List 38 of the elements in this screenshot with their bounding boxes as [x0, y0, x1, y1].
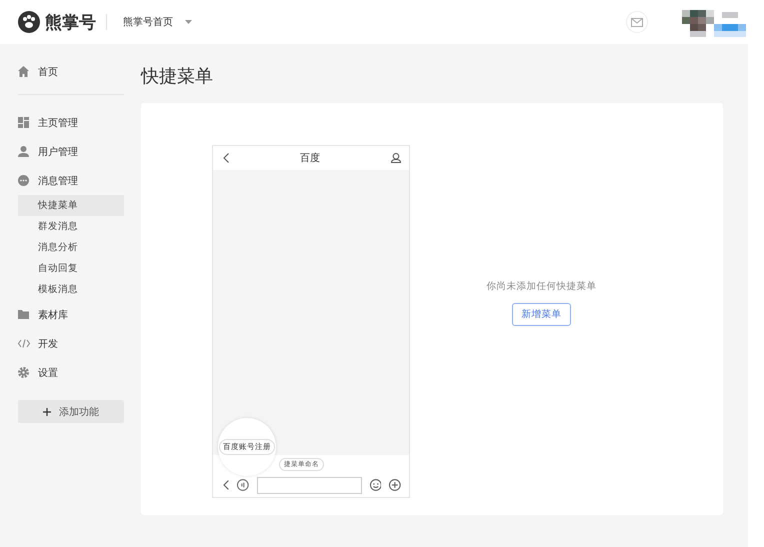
page-title: 快捷菜单 — [141, 65, 214, 88]
new-menu-button[interactable]: 新增菜单 — [512, 303, 571, 326]
sidebar-subitem[interactable]: 模板消息 — [18, 279, 124, 300]
logo-text: 熊掌号 — [45, 12, 96, 34]
code-icon — [18, 339, 30, 348]
message-input-field[interactable] — [256, 476, 362, 494]
back-icon — [223, 480, 229, 490]
sidebar-item[interactable]: 开发 — [18, 329, 124, 358]
add-feature-button[interactable]: 添加功能 — [18, 400, 124, 423]
sidebar-item[interactable]: 素材库 — [18, 300, 124, 329]
sidebar-subitem[interactable]: 自动回复 — [18, 258, 124, 279]
voice-icon — [236, 479, 249, 491]
user-icon — [391, 153, 401, 163]
emoji-icon — [370, 479, 382, 491]
user-icon — [18, 146, 29, 157]
sidebar-item[interactable]: 设置 — [18, 358, 124, 387]
chat-icon — [18, 175, 29, 186]
plus-icon — [43, 408, 51, 416]
empty-message: 你尚未添加任何快捷菜单 — [486, 280, 596, 293]
gear-icon — [18, 367, 29, 378]
home-icon — [18, 66, 29, 77]
sidebar-item[interactable]: 消息管理 — [18, 166, 124, 195]
sidebar-subitem[interactable]: 群发消息 — [18, 216, 124, 237]
plus-circle-icon — [389, 479, 401, 491]
phone-title: 百度 — [300, 152, 320, 165]
nav-dropdown[interactable]: 熊掌号首页 — [123, 15, 192, 29]
paw-icon — [18, 11, 40, 33]
back-icon — [223, 153, 229, 163]
sidebar-item[interactable]: 用户管理 — [18, 137, 124, 166]
sidebar-item[interactable]: 首页 — [18, 57, 124, 86]
sidebar-subitem[interactable]: 消息分析 — [18, 237, 124, 258]
mail-button[interactable] — [626, 11, 648, 33]
sidebar-subitem[interactable]: 快捷菜单 — [18, 195, 124, 216]
grid-icon — [18, 117, 29, 128]
caret-icon — [185, 20, 192, 24]
mail-icon — [631, 18, 643, 26]
folder-icon — [18, 310, 29, 319]
sidebar-item[interactable]: 主页管理 — [18, 108, 124, 137]
